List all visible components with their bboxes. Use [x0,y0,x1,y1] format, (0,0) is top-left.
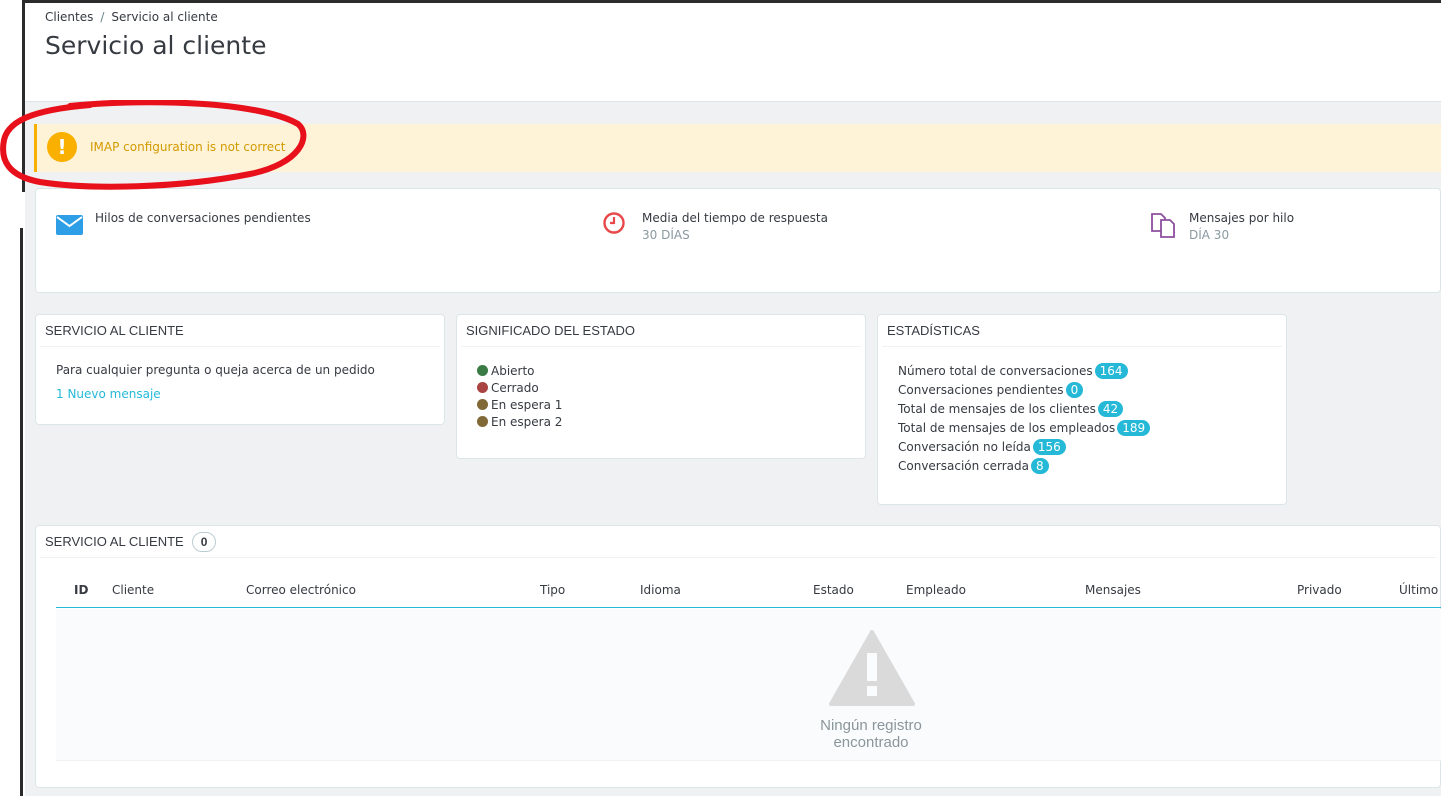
column-header-estado[interactable]: Estado [813,583,854,597]
status-dot-icon [477,382,488,393]
stat-row: Conversación cerrada 8 [898,457,1266,476]
column-header-ultimo[interactable]: Último m [1399,583,1441,597]
kpi-row: Hilos de conversaciones pendientes Media… [35,188,1441,293]
status-dot-icon [477,416,488,427]
customer-service-panel: SERVICIO AL CLIENTE Para cualquier pregu… [35,314,445,425]
breadcrumb-separator: / [100,10,105,24]
clock-icon [603,212,625,234]
statistics-list: Número total de conversaciones 164 Conver… [878,347,1286,490]
stat-badge: 156 [1032,439,1066,455]
list-count-badge: 0 [191,532,217,552]
column-header-empleado[interactable]: Empleado [906,583,966,597]
stat-badge: 164 [1094,363,1128,379]
breadcrumb: Clientes / Servicio al cliente [45,10,218,24]
customer-threads-list: SERVICIO AL CLIENTE 0 ID Cliente Correo e… [35,525,1441,788]
breadcrumb-parent-link[interactable]: Clientes [45,10,93,24]
empty-state: Ningún registro encontrado [56,609,1441,761]
list-header: SERVICIO AL CLIENTE 0 [40,526,1436,558]
page-title: Servicio al cliente [45,31,267,60]
stat-row: Conversación no leída 156 [898,438,1266,457]
alert-text: IMAP configuration is not correct [90,140,286,154]
column-header-cliente[interactable]: Cliente [112,583,154,597]
column-header-privado[interactable]: Privado [1297,583,1342,597]
imap-warning-alert: ! IMAP configuration is not correct [34,124,1441,172]
customer-service-description: Para cualquier pregunta o queja acerca d… [56,363,375,377]
envelope-icon [56,215,83,235]
kpi-label: Mensajes por hilo [1189,211,1295,225]
page-header: Clientes / Servicio al cliente Servicio al… [25,3,1441,102]
column-header-idioma[interactable]: Idioma [640,583,681,597]
screen-edge-left-lower [20,228,23,796]
status-legend: Abierto Cerrado En espera 1 En espera 2 [457,347,865,445]
stat-row: Total de mensajes de los clientes 42 [898,400,1266,419]
panel-title: SIGNIFICADO DEL ESTADO [461,315,861,347]
column-header-mensajes[interactable]: Mensajes [1085,583,1141,597]
new-message-link[interactable]: 1 Nuevo mensaje [56,387,424,401]
main-content: Clientes / Servicio al cliente Servicio al… [25,3,1441,796]
panel-title: ESTADÍSTICAS [882,315,1282,347]
status-dot-icon [477,365,488,376]
table-header: ID Cliente Correo electrónico Tipo Idiom… [56,574,1441,608]
stat-badge: 8 [1031,458,1049,474]
list-title: SERVICIO AL CLIENTE [45,534,184,549]
statistics-panel: ESTADÍSTICAS Número total de conversacio… [877,314,1287,505]
kpi-sub: 30 DÍAS [642,228,690,242]
stat-row: Total de mensajes de los empleados 189 [898,419,1266,438]
kpi-label: Media del tiempo de respuesta [642,211,828,225]
legend-item: Cerrado [477,380,845,397]
column-header-tipo[interactable]: Tipo [540,583,565,597]
status-dot-icon [477,399,488,410]
legend-item: Abierto [477,363,845,380]
documents-icon [1151,213,1175,238]
legend-item: En espera 2 [477,414,845,431]
exclamation-icon: ! [47,132,77,162]
stat-row: Número total de conversaciones 164 [898,362,1266,381]
stat-badge: 0 [1065,382,1084,398]
status-meaning-panel: SIGNIFICADO DEL ESTADO Abierto Cerrado E… [456,314,866,459]
kpi-sub: DÍA 30 [1189,228,1230,242]
column-header-id[interactable]: ID [74,583,88,597]
legend-item: En espera 1 [477,397,845,414]
stat-row: Conversaciones pendientes 0 [898,381,1266,400]
stat-badge: 42 [1097,401,1124,417]
column-header-email[interactable]: Correo electrónico [246,583,356,597]
panel-title: SERVICIO AL CLIENTE [40,315,440,347]
empty-message: Ningún registro encontrado [820,717,922,751]
kpi-label: Hilos de conversaciones pendientes [95,211,311,225]
stat-badge: 189 [1117,420,1151,436]
warning-triangle-icon [829,630,915,706]
breadcrumb-current: Servicio al cliente [111,10,218,24]
